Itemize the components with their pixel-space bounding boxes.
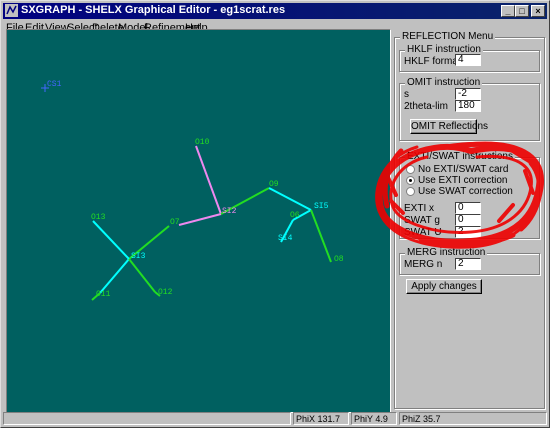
status-phiy: PhiY 4.9 [351, 412, 397, 425]
omit-theta-field[interactable]: 180 [455, 100, 481, 112]
minimize-button[interactable]: _ [501, 5, 515, 17]
bond-o10-si2[interactable] [195, 145, 222, 215]
radio-use-exti-label: Use EXTI correction [418, 175, 508, 186]
atom-label-o13[interactable]: O13 [91, 213, 106, 222]
omit-reflections-button[interactable]: OMIT Reflections [410, 119, 488, 134]
omit-theta-label: 2theta-lim [404, 101, 448, 112]
phix-label: PhiX [296, 414, 316, 424]
status-bar: PhiX 131.7 PhiY 4.9 PhiZ 35.7 [3, 412, 547, 426]
phiz-value: 35.7 [423, 414, 441, 424]
exti-x-label: EXTI x [404, 203, 435, 214]
structure-canvas[interactable]: CS1 O10 O9 SI5 O6 SI2 O13 O7 SI3 SI4 O8 … [6, 29, 391, 413]
exti-x-field[interactable]: 0 [455, 202, 481, 214]
atom-label-si2[interactable]: SI2 [222, 207, 237, 216]
molecule-view[interactable]: CS1 O10 O9 SI5 O6 SI2 O13 O7 SI3 SI4 O8 … [7, 30, 390, 412]
reflection-menu-title: REFLECTION Menu [400, 31, 496, 42]
omit-s-field[interactable]: -2 [455, 88, 481, 100]
status-message [3, 412, 291, 425]
merg-n-label: MERG n [404, 259, 443, 270]
radio-use-exti[interactable] [406, 176, 415, 185]
reflection-panel: REFLECTION Menu HKLF instruction HKLF fo… [392, 30, 547, 411]
application-window: SXGRAPH - SHELX Graphical Editor - eg1sc… [0, 0, 550, 428]
radio-use-swat-label: Use SWAT correction [418, 186, 513, 197]
atom-label-o10[interactable]: O10 [195, 138, 210, 147]
status-phiz: PhiZ 35.7 [399, 412, 547, 425]
radio-use-swat[interactable] [406, 187, 415, 196]
omit-title: OMIT instruction [405, 77, 483, 88]
apply-changes-button[interactable]: Apply changes [406, 279, 482, 294]
radio-no-exti-label: No EXTI/SWAT card [418, 164, 509, 175]
atom-label-o8[interactable]: O8 [334, 255, 344, 264]
hklf-format-field[interactable]: 4 [455, 54, 481, 66]
hklf-format-label: HKLF format [404, 56, 461, 67]
atom-label-cs1[interactable]: CS1 [47, 80, 62, 89]
phix-value: 131.7 [317, 414, 341, 424]
phiy-value: 4.9 [375, 414, 388, 424]
maximize-button[interactable]: □ [515, 5, 529, 17]
swat-u-field[interactable]: 2 [455, 226, 481, 238]
atom-label-o7[interactable]: O7 [170, 218, 180, 227]
omit-s-label: s [404, 89, 409, 100]
swat-g-label: SWAT g [404, 215, 440, 226]
atom-label-si3[interactable]: SI3 [131, 252, 146, 261]
phiz-label: PhiZ [402, 414, 421, 424]
phiy-label: PhiY [354, 414, 373, 424]
atom-label-o6[interactable]: O6 [290, 211, 300, 220]
bond-si3-o11[interactable] [99, 258, 130, 294]
merg-n-field[interactable]: 2 [455, 258, 481, 270]
close-button[interactable]: × [531, 5, 545, 17]
atom-label-o12[interactable]: O12 [158, 288, 173, 297]
bond-si3-o12[interactable] [128, 258, 156, 293]
atom-label-o11[interactable]: O11 [96, 290, 111, 299]
status-phix: PhiX 131.7 [293, 412, 349, 425]
app-icon [5, 4, 18, 17]
atom-label-si4[interactable]: SI4 [278, 234, 293, 243]
atom-label-o9[interactable]: O9 [269, 180, 279, 189]
radio-no-exti[interactable] [406, 165, 415, 174]
bond-o7-si2[interactable] [178, 213, 222, 226]
merg-title: MERG instruction [405, 247, 488, 258]
atom-label-si5[interactable]: SI5 [314, 202, 329, 211]
window-title: SXGRAPH - SHELX Graphical Editor - eg1sc… [21, 4, 286, 16]
bond-si5-o8[interactable] [310, 209, 332, 263]
title-bar[interactable]: SXGRAPH - SHELX Graphical Editor - eg1sc… [3, 3, 547, 19]
swat-g-field[interactable]: 0 [455, 214, 481, 226]
swat-u-label: SWAT U [404, 227, 442, 238]
bond-o9-si5[interactable] [268, 187, 312, 211]
bond-o13-si3[interactable] [92, 220, 130, 260]
exti-swat-title: EXTI/SWAT instructions [405, 151, 515, 162]
